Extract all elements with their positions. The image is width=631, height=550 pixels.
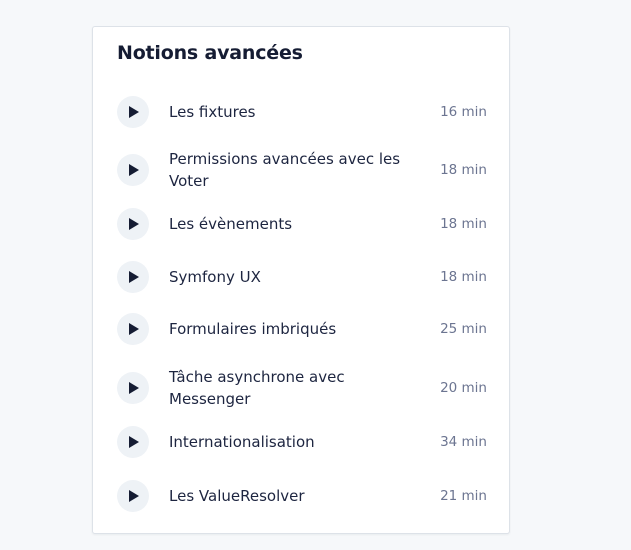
lesson-item[interactable]: Les ValueResolver 21 min [117, 480, 487, 512]
lesson-duration: 18 min [440, 162, 487, 178]
lesson-item[interactable]: Permissions avancées avec les Voter 18 m… [117, 148, 487, 192]
play-button[interactable] [117, 426, 149, 458]
play-button[interactable] [117, 480, 149, 512]
lesson-duration: 18 min [440, 269, 487, 285]
play-icon [129, 382, 139, 394]
lesson-duration: 18 min [440, 216, 487, 232]
lesson-duration: 21 min [440, 488, 487, 504]
lesson-duration: 16 min [440, 104, 487, 120]
lesson-item[interactable]: Les fixtures 16 min [117, 96, 487, 128]
chapter-title: Notions avancées [117, 42, 303, 64]
lesson-title[interactable]: Tâche asynchrone avec Messenger [169, 366, 414, 410]
play-button[interactable] [117, 154, 149, 186]
play-icon [129, 323, 139, 335]
lesson-item[interactable]: Les évènements 18 min [117, 208, 487, 240]
lesson-duration: 34 min [440, 434, 487, 450]
play-button[interactable] [117, 96, 149, 128]
lesson-title[interactable]: Permissions avancées avec les Voter [169, 148, 414, 192]
lesson-duration: 25 min [440, 321, 487, 337]
play-button[interactable] [117, 313, 149, 345]
play-icon [129, 490, 139, 502]
play-icon [129, 106, 139, 118]
play-button[interactable] [117, 372, 149, 404]
lesson-item[interactable]: Symfony UX 18 min [117, 261, 487, 293]
play-icon [129, 218, 139, 230]
lesson-title[interactable]: Les fixtures [169, 101, 414, 123]
play-icon [129, 271, 139, 283]
lesson-item[interactable]: Formulaires imbriqués 25 min [117, 313, 487, 345]
lesson-item[interactable]: Internationalisation 34 min [117, 426, 487, 458]
lesson-title[interactable]: Les évènements [169, 213, 414, 235]
lesson-title[interactable]: Formulaires imbriqués [169, 318, 414, 340]
play-button[interactable] [117, 208, 149, 240]
play-icon [129, 436, 139, 448]
play-icon [129, 164, 139, 176]
lesson-item[interactable]: Tâche asynchrone avec Messenger 20 min [117, 366, 487, 410]
play-button[interactable] [117, 261, 149, 293]
lesson-duration: 20 min [440, 380, 487, 396]
lesson-title[interactable]: Symfony UX [169, 266, 414, 288]
chapter-card: Notions avancées Les fixtures 16 min Per… [92, 26, 510, 534]
lesson-title[interactable]: Les ValueResolver [169, 485, 414, 507]
lesson-title[interactable]: Internationalisation [169, 431, 414, 453]
